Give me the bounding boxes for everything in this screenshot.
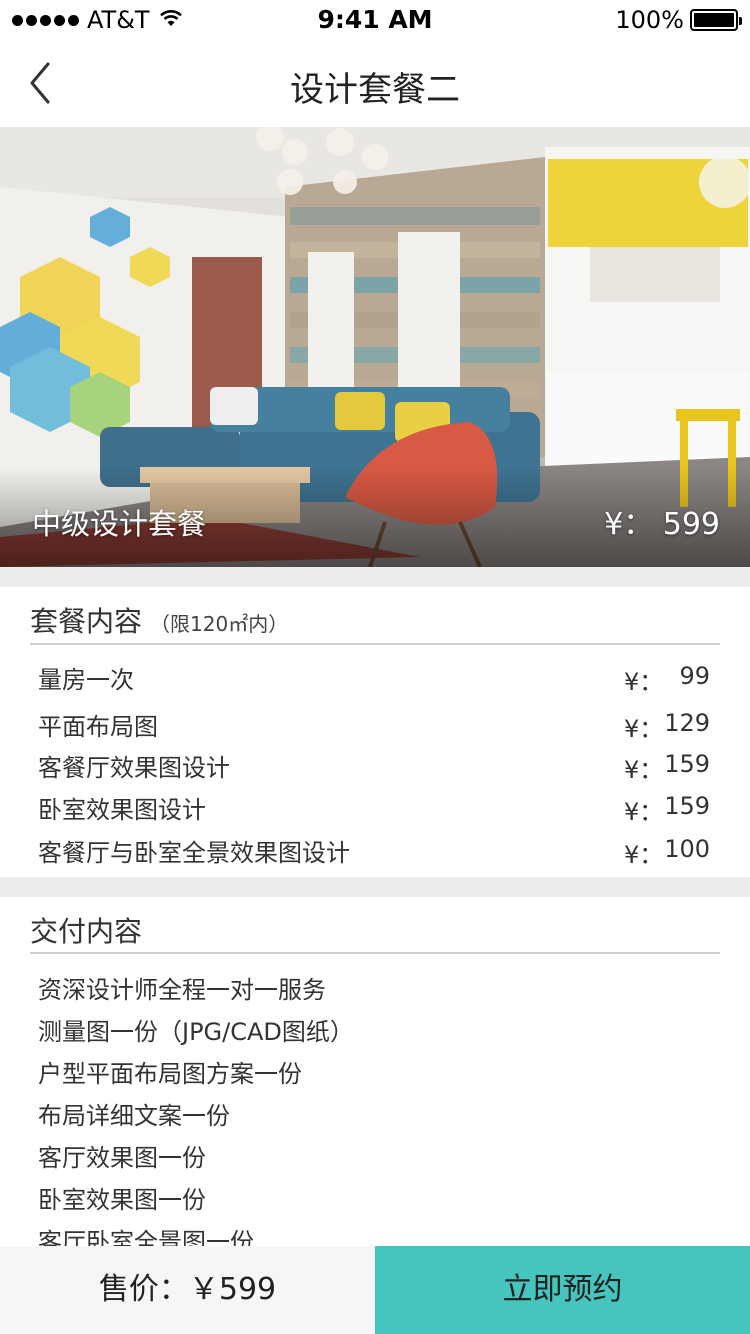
package-item-label: 量房一次 [38, 666, 134, 694]
section-divider [0, 877, 750, 897]
battery-percent: 100% [615, 6, 684, 34]
package-item: 客餐厅效果图设计 ¥： 159 [38, 748, 710, 788]
status-bar: AT&T 9:41 AM 100% [0, 0, 750, 40]
page-title: 设计套餐二 [290, 70, 460, 110]
nav-bar: 设计套餐二 [0, 40, 750, 128]
battery-icon [690, 9, 742, 31]
hero-image: 中级设计套餐 ¥： 599 [0, 127, 750, 567]
package-name: 中级设计套餐 [32, 507, 207, 541]
package-item-label: 卧室效果图设计 [38, 796, 206, 824]
delivery-item: 布局详细文案一份 [38, 1102, 230, 1130]
delivery-item: 客厅效果图一份 [38, 1144, 206, 1172]
package-item-label: 客餐厅效果图设计 [38, 754, 230, 782]
package-subtitle: （限120㎡内） [150, 612, 289, 636]
currency-symbol: ¥： [624, 841, 664, 869]
delivery-divider-line [30, 952, 720, 954]
package-item-price: 129 [664, 709, 710, 737]
package-price: ¥： 599 [604, 507, 720, 542]
package-item-label: 客餐厅与卧室全景效果图设计 [38, 839, 350, 867]
package-item: 客餐厅与卧室全景效果图设计 ¥： 100 [38, 833, 710, 873]
package-item-price: 100 [664, 835, 710, 863]
package-item-label: 平面布局图 [38, 713, 158, 741]
currency-symbol: ¥： [624, 668, 664, 696]
delivery-item: 测量图一份（JPG/CAD图纸） [38, 1018, 354, 1046]
currency-symbol: ¥： [624, 756, 664, 784]
status-right: 100% [615, 6, 742, 34]
sale-price: 售价：￥599 [0, 1246, 375, 1334]
package-item-price: 99 [679, 662, 710, 690]
delivery-item: 户型平面布局图方案一份 [38, 1060, 302, 1088]
package-item: 平面布局图 ¥： 129 [38, 707, 710, 747]
package-title: 套餐内容 [30, 605, 143, 638]
package-divider-line [30, 643, 720, 645]
currency-symbol: ¥： [624, 715, 664, 743]
delivery-item: 资深设计师全程一对一服务 [38, 976, 326, 1004]
delivery-item: 卧室效果图一份 [38, 1186, 206, 1214]
currency-symbol: ¥： [624, 798, 664, 826]
package-section-title: 套餐内容 （限120㎡内） [30, 600, 288, 640]
package-item-price: 159 [664, 792, 710, 820]
delivery-title: 交付内容 [30, 915, 143, 948]
section-divider [0, 567, 750, 587]
package-item: 卧室效果图设计 ¥： 159 [38, 790, 710, 830]
package-item: 量房一次 ¥： 99 [38, 660, 710, 700]
package-item-price: 159 [664, 750, 710, 778]
book-now-button[interactable]: 立即预约 [375, 1246, 750, 1334]
bottom-action-bar: 售价：￥599 立即预约 [0, 1246, 750, 1334]
